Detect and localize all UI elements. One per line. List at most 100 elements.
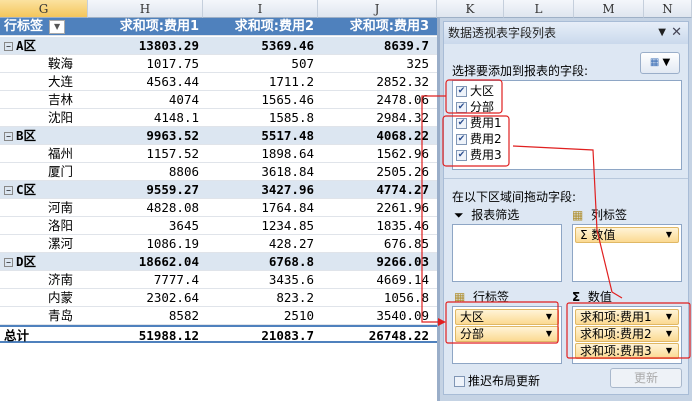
value-cell[interactable]: 1585.8 bbox=[203, 109, 318, 127]
value-cell[interactable]: 4068.22 bbox=[318, 127, 433, 145]
column-header-l[interactable]: L bbox=[504, 0, 574, 18]
row-label-cell[interactable]: 大连 bbox=[0, 73, 88, 91]
value-cell[interactable]: 4148.1 bbox=[88, 109, 203, 127]
chevron-down-icon[interactable]: ▼ bbox=[666, 344, 672, 358]
value-cell[interactable]: 3618.84 bbox=[203, 163, 318, 181]
row-label-cell[interactable]: 吉林 bbox=[0, 91, 88, 109]
row-label-cell[interactable]: 青岛 bbox=[0, 307, 88, 325]
checkbox-checked-icon[interactable]: ✔ bbox=[456, 118, 467, 129]
column-header-h[interactable]: H bbox=[88, 0, 203, 18]
area-field-item[interactable]: 求和项:费用1 ▼ bbox=[575, 309, 679, 325]
close-icon[interactable]: ✕ bbox=[671, 22, 682, 44]
row-label-cell[interactable]: − A区 bbox=[0, 37, 88, 55]
value-cell[interactable]: 18662.04 bbox=[88, 253, 203, 271]
value-cell[interactable]: 325 bbox=[318, 55, 433, 73]
value-cell[interactable]: 5369.46 bbox=[203, 37, 318, 55]
row-label-cell[interactable]: 漯河 bbox=[0, 235, 88, 253]
row-label-cell[interactable]: − D区 bbox=[0, 253, 88, 271]
value-cell[interactable]: 3645 bbox=[88, 217, 203, 235]
value-cell[interactable]: 2505.26 bbox=[318, 163, 433, 181]
value-cell[interactable]: 1764.84 bbox=[203, 199, 318, 217]
value-cell[interactable]: 2302.64 bbox=[88, 289, 203, 307]
collapse-icon[interactable]: − bbox=[4, 258, 13, 267]
field-item[interactable]: ✔ 费用2 bbox=[454, 131, 681, 147]
report-filter-dropzone[interactable] bbox=[452, 224, 562, 282]
value-cell[interactable]: 4828.08 bbox=[88, 199, 203, 217]
value-cell[interactable]: 1017.75 bbox=[88, 55, 203, 73]
value-cell[interactable]: 428.27 bbox=[203, 235, 318, 253]
area-field-item[interactable]: 求和项:费用3 ▼ bbox=[575, 343, 679, 359]
value-cell[interactable]: 7777.4 bbox=[88, 271, 203, 289]
field-item[interactable]: ✔ 分部 bbox=[454, 99, 681, 115]
value-cell[interactable]: 1898.64 bbox=[203, 145, 318, 163]
column-header-m[interactable]: M bbox=[574, 0, 644, 18]
row-label-cell[interactable]: 福州 bbox=[0, 145, 88, 163]
field-item[interactable]: ✔ 大区 bbox=[454, 83, 681, 99]
value-cell[interactable]: 6768.8 bbox=[203, 253, 318, 271]
row-label-cell[interactable]: − B区 bbox=[0, 127, 88, 145]
area-field-item[interactable]: 分部 ▼ bbox=[455, 326, 559, 342]
value-cell[interactable]: 9963.52 bbox=[88, 127, 203, 145]
sum-fee3-header[interactable]: 求和项:费用3 bbox=[318, 18, 433, 36]
value-cell[interactable]: 676.85 bbox=[318, 235, 433, 253]
value-cell[interactable]: 3435.6 bbox=[203, 271, 318, 289]
row-label-cell[interactable]: 河南 bbox=[0, 199, 88, 217]
value-cell[interactable]: 1835.46 bbox=[318, 217, 433, 235]
layout-options-button[interactable]: ▦ ▼ bbox=[640, 52, 680, 74]
value-cell[interactable]: 3427.96 bbox=[203, 181, 318, 199]
field-item[interactable]: ✔ 费用3 bbox=[454, 147, 681, 163]
checkbox-icon[interactable] bbox=[454, 376, 465, 387]
value-cell[interactable]: 1565.46 bbox=[203, 91, 318, 109]
update-button[interactable]: 更新 bbox=[610, 368, 682, 388]
value-cell[interactable]: 1157.52 bbox=[88, 145, 203, 163]
row-label-cell[interactable]: 洛阳 bbox=[0, 217, 88, 235]
row-label-cell[interactable]: 内蒙 bbox=[0, 289, 88, 307]
value-cell[interactable]: 4074 bbox=[88, 91, 203, 109]
value-cell[interactable]: 2852.32 bbox=[318, 73, 433, 91]
area-field-item[interactable]: 求和项:费用2 ▼ bbox=[575, 326, 679, 342]
column-header-j[interactable]: J bbox=[318, 0, 437, 18]
checkbox-checked-icon[interactable]: ✔ bbox=[456, 150, 467, 161]
value-cell[interactable]: 1562.96 bbox=[318, 145, 433, 163]
field-item[interactable]: ✔ 费用1 bbox=[454, 115, 681, 131]
column-header-n[interactable]: N bbox=[644, 0, 692, 18]
value-cell[interactable]: 1056.8 bbox=[318, 289, 433, 307]
column-header-g[interactable]: G bbox=[0, 0, 88, 18]
column-labels-dropzone[interactable]: Σ 数值 ▼ bbox=[572, 224, 682, 282]
area-field-item[interactable]: 大区 ▼ bbox=[455, 309, 559, 325]
value-cell[interactable]: 507 bbox=[203, 55, 318, 73]
value-cell[interactable]: 2478.06 bbox=[318, 91, 433, 109]
value-cell[interactable]: 9266.03 bbox=[318, 253, 433, 271]
value-cell[interactable]: 1086.19 bbox=[88, 235, 203, 253]
value-cell[interactable]: 8639.7 bbox=[318, 37, 433, 55]
value-cell[interactable]: 51988.12 bbox=[88, 327, 203, 345]
chevron-down-icon[interactable]: ▼ bbox=[666, 327, 672, 341]
row-label-cell[interactable]: 厦门 bbox=[0, 163, 88, 181]
value-cell[interactable]: 4774.27 bbox=[318, 181, 433, 199]
value-cell[interactable]: 823.2 bbox=[203, 289, 318, 307]
defer-update-checkbox[interactable]: 推迟布局更新 bbox=[454, 372, 540, 389]
checkbox-checked-icon[interactable]: ✔ bbox=[456, 86, 467, 97]
column-header-k[interactable]: K bbox=[437, 0, 504, 18]
collapse-icon[interactable]: − bbox=[4, 186, 13, 195]
row-label-cell[interactable]: 鞍海 bbox=[0, 55, 88, 73]
sum-fee1-header[interactable]: 求和项:费用1 bbox=[88, 18, 203, 36]
chevron-down-icon[interactable]: ▼ bbox=[666, 310, 672, 324]
sum-fee2-header[interactable]: 求和项:费用2 bbox=[203, 18, 318, 36]
value-cell[interactable]: 4563.44 bbox=[88, 73, 203, 91]
value-cell[interactable]: 5517.48 bbox=[203, 127, 318, 145]
row-label-cell[interactable]: 济南 bbox=[0, 271, 88, 289]
value-cell[interactable]: 3540.09 bbox=[318, 307, 433, 325]
filter-dropdown-icon[interactable]: ▼ bbox=[49, 19, 66, 34]
collapse-icon[interactable]: − bbox=[4, 132, 13, 141]
value-cell[interactable]: 21083.7 bbox=[203, 327, 318, 345]
checkbox-checked-icon[interactable]: ✔ bbox=[456, 134, 467, 145]
row-label-cell[interactable]: 总计 bbox=[0, 327, 88, 345]
column-header-i[interactable]: I bbox=[203, 0, 318, 18]
values-dropzone[interactable]: 求和项:费用1 ▼ 求和项:费用2 ▼ 求和项:费用3 ▼ bbox=[572, 306, 682, 364]
value-cell[interactable]: 1711.2 bbox=[203, 73, 318, 91]
checkbox-checked-icon[interactable]: ✔ bbox=[456, 102, 467, 113]
value-cell[interactable]: 9559.27 bbox=[88, 181, 203, 199]
row-labels-dropzone[interactable]: 大区 ▼ 分部 ▼ bbox=[452, 306, 562, 364]
value-cell[interactable]: 26748.22 bbox=[318, 327, 433, 345]
